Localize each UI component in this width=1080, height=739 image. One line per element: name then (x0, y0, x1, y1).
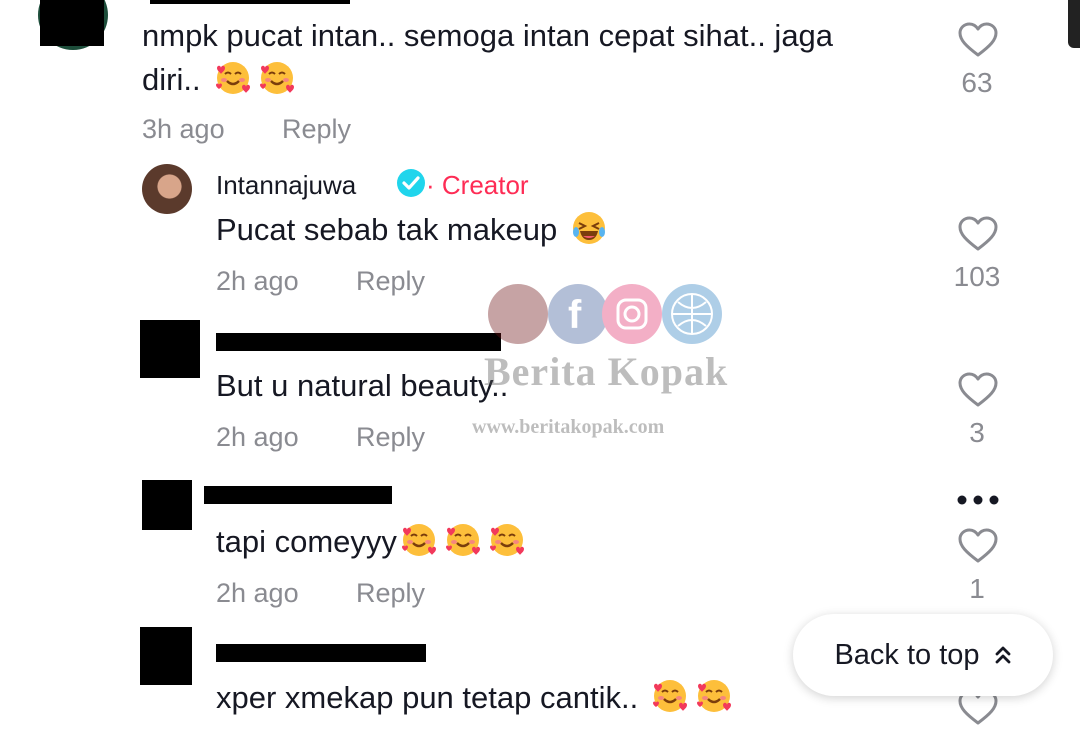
comment-time: 2h ago (216, 266, 299, 296)
verified-icon (397, 169, 425, 197)
smiling-hearts-emoji-icon (445, 522, 481, 558)
redacted-avatar (140, 320, 200, 378)
comment-text-line2: diri.. (142, 58, 295, 102)
smiling-hearts-emoji-icon (652, 678, 688, 714)
comment-time: 2h ago (216, 578, 299, 608)
like-count: 103 (953, 261, 1001, 292)
redacted-avatar (140, 627, 192, 685)
redacted-username (216, 333, 501, 351)
like-count: 3 (969, 417, 985, 448)
watermark: f Berita Kopak www.beritakopak.com (470, 282, 770, 442)
back-to-top-button[interactable]: Back to top (793, 614, 1053, 696)
like-count: 1 (969, 573, 985, 604)
like-count: 63 (961, 67, 993, 98)
redacted-username (216, 644, 426, 662)
redacted-username (204, 486, 392, 504)
comment-time: 2h ago (216, 422, 299, 452)
watermark-brand: Berita Kopak (484, 349, 729, 394)
smiling-hearts-emoji-icon (489, 522, 525, 558)
laughing-tears-emoji-icon (571, 210, 607, 246)
avatar[interactable] (142, 164, 192, 214)
heart-icon[interactable] (958, 22, 998, 58)
smiling-hearts-emoji-icon (401, 522, 437, 558)
comment-text: xper xmekap pun tetap cantik.. (216, 676, 732, 720)
comment-time: 3h ago (142, 114, 225, 144)
watermark-logos: f (488, 284, 722, 344)
right-edge-element (1068, 0, 1080, 48)
svg-text:f: f (568, 293, 582, 337)
more-dots-icon[interactable] (956, 494, 1000, 506)
reply-button[interactable]: Reply (356, 266, 425, 297)
smiling-hearts-emoji-icon (259, 60, 295, 96)
heart-icon[interactable] (958, 216, 998, 252)
watermark-url: www.beritakopak.com (472, 416, 665, 438)
heart-icon[interactable] (958, 528, 998, 564)
creator-badge: · Creator (426, 170, 529, 200)
chevron-up-double-icon (995, 646, 1010, 664)
reply-button[interactable]: Reply (282, 114, 351, 145)
redaction-block (40, 0, 104, 46)
comment-text: tapi comeyyy (216, 520, 525, 564)
reply-button[interactable]: Reply (356, 422, 425, 453)
comment-text: But u natural beauty.. (216, 368, 509, 403)
comment-text: Pucat sebab tak makeup (216, 208, 607, 252)
redaction-block (150, 0, 350, 4)
redacted-avatar (142, 480, 192, 530)
comment-text: nmpk pucat intan.. semoga intan cepat si… (142, 18, 834, 53)
reply-button[interactable]: Reply (356, 578, 425, 609)
comment-time-partial (216, 730, 256, 739)
smiling-hearts-emoji-icon (215, 60, 251, 96)
back-to-top-label: Back to top (834, 638, 980, 671)
smiling-hearts-emoji-icon (696, 678, 732, 714)
heart-icon[interactable] (958, 372, 998, 408)
username[interactable]: Intannajuwa (216, 170, 356, 201)
